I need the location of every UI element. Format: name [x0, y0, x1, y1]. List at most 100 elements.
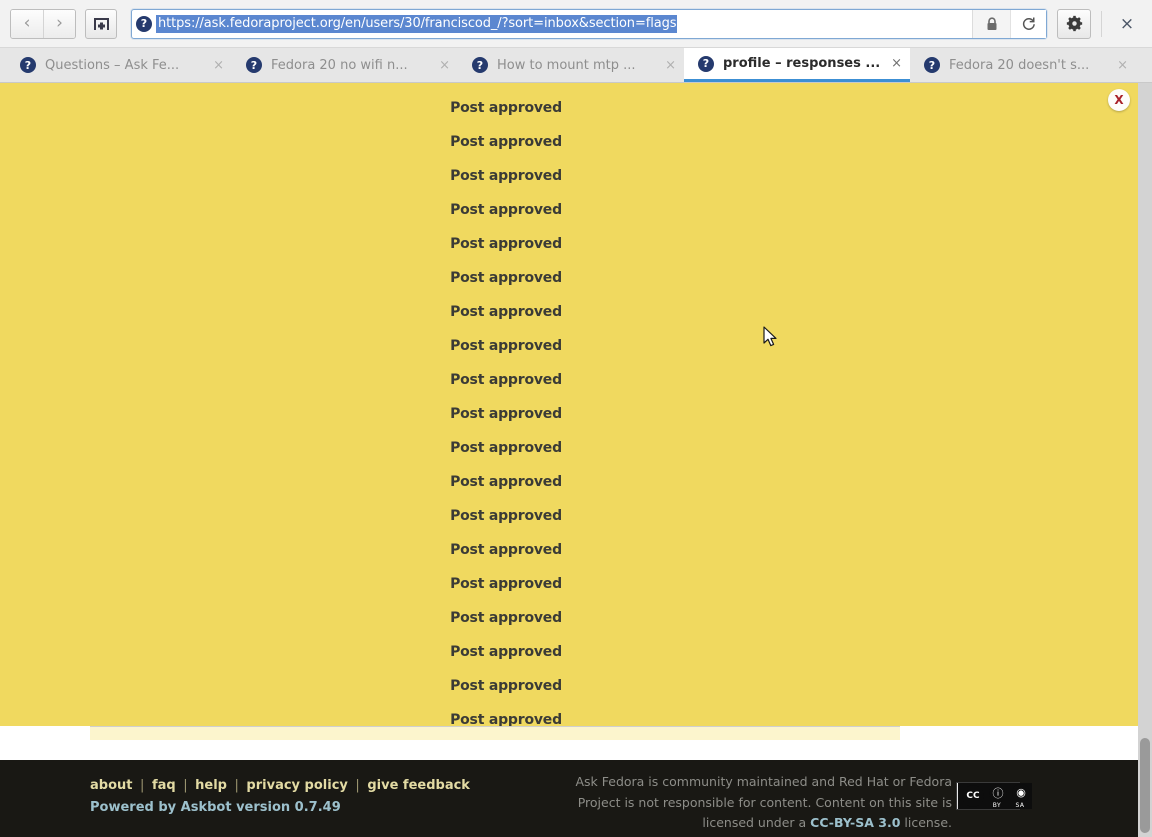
tab-close-icon[interactable]: ×	[1117, 58, 1128, 73]
footer-separator: |	[355, 778, 360, 793]
browser-tab-3-active[interactable]: ? profile – responses ... ×	[684, 48, 910, 82]
tab-favicon-icon: ?	[698, 55, 714, 72]
list-item[interactable]: Post approved	[0, 601, 1138, 635]
cc-by-icon: ⓘ	[989, 783, 1007, 802]
cc-by-label: BY	[992, 801, 1002, 809]
browser-tab-2[interactable]: ? How to mount mtp ... ×	[458, 48, 684, 82]
close-icon: X	[1114, 93, 1124, 107]
list-item[interactable]: Post approved	[0, 567, 1138, 601]
list-item[interactable]: Post approved	[0, 397, 1138, 431]
footer-separator: |	[183, 778, 188, 793]
reload-button[interactable]	[1010, 9, 1046, 38]
tab-favicon-icon: ?	[924, 57, 940, 73]
disclaimer-line-3: licensed under a CC-BY-SA 3.0 license.	[572, 813, 952, 834]
new-tab-button[interactable]	[85, 8, 117, 39]
url-input[interactable]: https://ask.fedoraproject.org/en/users/3…	[156, 14, 678, 33]
footer-link-help[interactable]: help	[195, 778, 227, 793]
tab-title: Fedora 20 no wifi n...	[271, 57, 408, 73]
tab-title: How to mount mtp ...	[497, 57, 636, 73]
creative-commons-badge[interactable]: CC ⓘ BY ◉ SA	[956, 782, 1032, 810]
list-item[interactable]: Post approved	[0, 91, 1138, 125]
notifications-panel: X Post approved Post approved Post appro…	[0, 83, 1138, 728]
site-favicon-icon: ?	[136, 15, 152, 32]
chevron-left-icon: ‹	[23, 13, 31, 33]
browser-toolbar: ‹ › ? https://ask.fedoraproject.org/en/u…	[0, 0, 1152, 47]
tab-favicon-icon: ?	[246, 57, 262, 73]
footer-link-faq[interactable]: faq	[152, 778, 176, 793]
footer-left: about | faq | help | privacy policy | gi…	[90, 776, 470, 817]
footer-link-privacy-policy[interactable]: privacy policy	[246, 778, 347, 793]
address-bar-actions	[972, 9, 1046, 38]
cc-sa-icon: ◉	[1012, 783, 1030, 802]
footer-separator: |	[140, 778, 145, 793]
disclaimer-line-1: Ask Fedora is community maintained and R…	[575, 774, 952, 789]
dismiss-notifications-button[interactable]: X	[1108, 89, 1130, 111]
list-item[interactable]: Post approved	[0, 465, 1138, 499]
cc-sa-label: SA	[1015, 801, 1025, 809]
scrollbar-thumb[interactable]	[1140, 738, 1150, 833]
askbot-profile-page: X Post approved Post approved Post appro…	[0, 83, 1138, 837]
footer-disclaimer: Ask Fedora is community maintained and R…	[572, 772, 952, 834]
list-item[interactable]: Post approved	[0, 635, 1138, 669]
site-footer: about | faq | help | privacy policy | gi…	[0, 760, 1138, 837]
tab-favicon-icon: ?	[20, 57, 36, 73]
close-icon: ×	[1119, 13, 1135, 34]
page-viewport: X Post approved Post approved Post appro…	[0, 83, 1152, 837]
tab-title: Fedora 20 doesn't s...	[949, 57, 1090, 73]
new-tab-icon	[93, 17, 109, 30]
vertical-scrollbar[interactable]	[1138, 83, 1152, 837]
tab-strip: ? Questions – Ask Fe... × ? Fedora 20 no…	[0, 47, 1152, 82]
list-item[interactable]: Post approved	[0, 329, 1138, 363]
footer-separator: |	[234, 778, 239, 793]
gear-icon	[1066, 15, 1082, 32]
list-item[interactable]: Post approved	[0, 193, 1138, 227]
footer-link-give-feedback[interactable]: give feedback	[367, 778, 470, 793]
lock-button[interactable]	[972, 9, 1010, 38]
navigation-buttons: ‹ ›	[10, 8, 76, 39]
footer-link-about[interactable]: about	[90, 778, 132, 793]
page-gap	[0, 740, 1138, 760]
list-item[interactable]: Post approved	[0, 669, 1138, 703]
footer-links: about | faq | help | privacy policy | gi…	[90, 776, 470, 796]
reload-icon	[1022, 17, 1035, 30]
browser-tab-0[interactable]: ? Questions – Ask Fe... ×	[6, 48, 232, 82]
list-item[interactable]: Post approved	[0, 363, 1138, 397]
chevron-right-icon: ›	[56, 13, 63, 33]
content-strip	[0, 726, 1138, 740]
browser-tab-1[interactable]: ? Fedora 20 no wifi n... ×	[232, 48, 458, 82]
powered-by-text: Powered by Askbot version 0.7.49	[90, 799, 341, 815]
license-link[interactable]: CC-BY-SA 3.0	[810, 815, 900, 830]
cc-badge-inner: CC ⓘ BY ◉ SA	[958, 783, 1032, 809]
list-item[interactable]: Post approved	[0, 431, 1138, 465]
list-item[interactable]: Post approved	[0, 159, 1138, 193]
list-item[interactable]: Post approved	[0, 227, 1138, 261]
cc-mark-icon: CC	[962, 785, 984, 807]
browser-tab-4[interactable]: ? Fedora 20 doesn't s... ×	[910, 48, 1136, 82]
toolbar-divider	[1101, 10, 1102, 37]
tab-close-icon[interactable]: ×	[665, 58, 676, 73]
cc-sa-group: ◉ SA	[1010, 783, 1030, 809]
content-strip-inner	[90, 726, 900, 740]
tab-title: profile – responses ...	[723, 56, 881, 71]
tab-favicon-icon: ?	[472, 57, 488, 73]
back-button[interactable]: ‹	[11, 9, 43, 38]
address-bar[interactable]: ? https://ask.fedoraproject.org/en/users…	[131, 8, 1047, 39]
tab-title: Questions – Ask Fe...	[45, 57, 180, 73]
list-item[interactable]: Post approved	[0, 125, 1138, 159]
tab-close-icon[interactable]: ×	[439, 58, 450, 73]
window-close-button[interactable]: ×	[1112, 9, 1142, 39]
list-item[interactable]: Post approved	[0, 533, 1138, 567]
disclaimer-line-3-post: license.	[900, 815, 952, 831]
tab-close-icon[interactable]: ×	[213, 58, 224, 73]
lock-icon	[987, 16, 996, 30]
disclaimer-line-2: Project is not responsible for content. …	[577, 794, 952, 810]
list-item[interactable]: Post approved	[0, 295, 1138, 329]
list-item[interactable]: Post approved	[0, 499, 1138, 533]
tab-close-icon[interactable]: ×	[891, 56, 902, 71]
settings-button[interactable]	[1057, 8, 1091, 39]
forward-button[interactable]: ›	[43, 9, 75, 38]
browser-chrome: ‹ › ? https://ask.fedoraproject.org/en/u…	[0, 0, 1152, 83]
list-item[interactable]: Post approved	[0, 261, 1138, 295]
disclaimer-line-3-pre: licensed under a	[702, 815, 811, 831]
cc-by-group: ⓘ BY	[987, 783, 1007, 809]
